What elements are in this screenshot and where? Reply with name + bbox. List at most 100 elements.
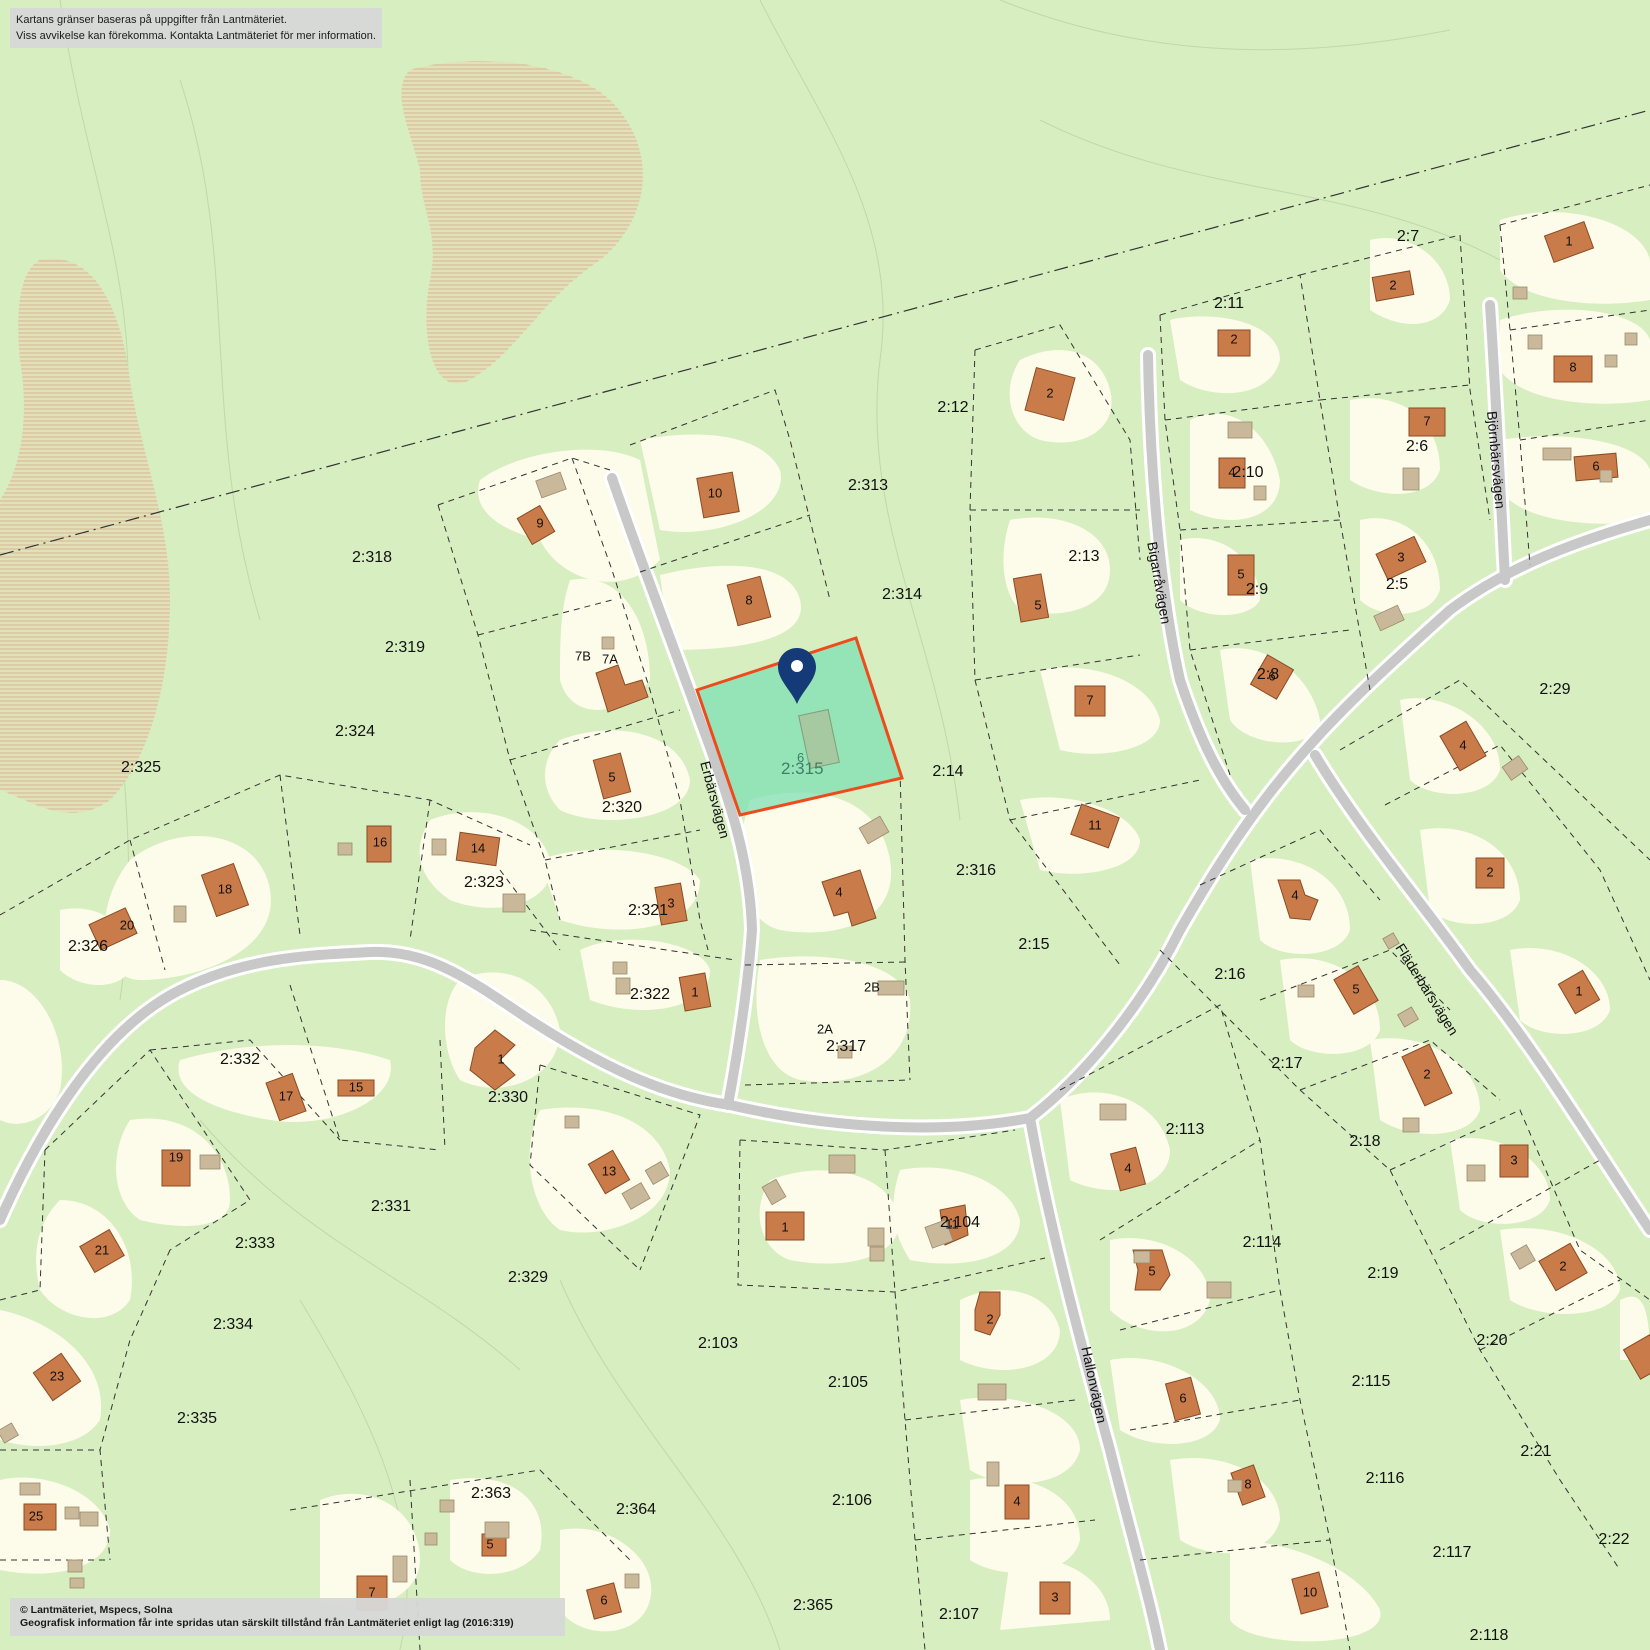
parcel-label: 2:326 [68, 938, 108, 955]
parcel-label: 2:104 [940, 1214, 980, 1231]
parcel-label: 2:115 [1352, 1373, 1391, 1390]
parcel-label: 2:330 [488, 1089, 528, 1106]
parcel-label: 2:21 [1520, 1443, 1551, 1460]
house-number-label: 16 [373, 834, 387, 849]
house-number-label: 3 [1397, 549, 1404, 564]
parcel-label: 2:117 [1433, 1544, 1472, 1561]
disclaimer-line-1: Kartans gränser baseras på uppgifter frå… [16, 14, 287, 26]
house-number-label: 7 [1086, 692, 1093, 707]
attribution-line-1: © Lantmäteriet, Mspecs, Solna [20, 1604, 173, 1616]
house-number-label: 2 [986, 1311, 993, 1326]
parcel-label: 2:6 [1406, 438, 1428, 455]
map-attribution: © Lantmäteriet, Mspecs, Solna Geografisk… [10, 1598, 565, 1636]
parcel-label: 2:364 [616, 1501, 656, 1518]
house-number-label: 6 [1592, 458, 1599, 473]
parcel-label: 2:103 [698, 1335, 738, 1352]
house-number-label: 3 [667, 895, 674, 910]
parcel-label: 2:320 [602, 799, 642, 816]
house-number-label: 1 [781, 1219, 788, 1234]
parcel-label: 2:322 [630, 986, 670, 1003]
parcel-label: 2:107 [939, 1606, 979, 1623]
parcel-label: 2:20 [1476, 1332, 1507, 1349]
house-number-label: 7 [1423, 413, 1430, 428]
parcel-label: 2:319 [385, 639, 425, 656]
house-number-label: 4 [835, 884, 842, 899]
parcel-label: 2:321 [628, 902, 668, 919]
parcel-label: 2:329 [508, 1269, 548, 1286]
parcel-label: 2:114 [1243, 1234, 1282, 1251]
house-number-label: 2A [817, 1021, 833, 1036]
boundary-disclaimer: Kartans gränser baseras på uppgifter frå… [10, 8, 382, 48]
house-number-label: 15 [349, 1079, 363, 1094]
parcel-label: 2:9 [1246, 581, 1268, 598]
house-number-label: 2B [864, 979, 880, 994]
house-number-label: 2 [1559, 1258, 1566, 1273]
house-number-label: 1 [1575, 983, 1582, 998]
house-number-label: 6 [600, 1592, 607, 1607]
parcel-label: 2:18 [1349, 1133, 1380, 1150]
parcel-label: 2:325 [121, 759, 161, 776]
house-number-label: 8 [1244, 1476, 1251, 1491]
house-number-label: 5 [1237, 566, 1244, 581]
house-number-label: 3 [1510, 1152, 1517, 1167]
parcel-label: 2:7 [1397, 228, 1419, 245]
parcel-label: 2:29 [1539, 681, 1570, 698]
parcel-label: 2:22 [1598, 1531, 1629, 1548]
house-number-label: 4 [1291, 887, 1298, 902]
parcel-label: 2:335 [177, 1410, 217, 1427]
parcel-label: 2:11 [1214, 295, 1244, 312]
house-number-label: 8 [745, 592, 752, 607]
parcel-label: 2:334 [213, 1316, 253, 1333]
house-number-label: 13 [602, 1163, 616, 1178]
house-number-label: 6 [1179, 1390, 1186, 1405]
parcel-label: 2:323 [464, 874, 504, 891]
parcel-label: 2:13 [1068, 548, 1099, 565]
house-number-label: 23 [50, 1368, 64, 1383]
parcel-label: 2:333 [235, 1235, 275, 1252]
parcel-label: 2:316 [956, 862, 996, 879]
house-number-label: 5 [1148, 1263, 1155, 1278]
parcel-label: 2:12 [937, 399, 968, 416]
house-number-label: 5 [486, 1536, 493, 1551]
house-number-label: 25 [29, 1508, 43, 1523]
house-number-label: 10 [1303, 1584, 1317, 1599]
parcel-label: 2:5 [1386, 576, 1408, 593]
parcel-label: 2:118 [1470, 1627, 1509, 1644]
parcel-label: 2:17 [1271, 1055, 1302, 1072]
disclaimer-line-2: Viss avvikelse kan förekomma. Kontakta L… [16, 30, 376, 42]
parcel-label: 2:8 [1257, 666, 1279, 683]
house-number-label: 2 [1046, 385, 1053, 400]
house-number-label: 7B [575, 648, 591, 663]
house-number-label: 5 [1352, 981, 1359, 996]
parcel-label: 2:10 [1232, 464, 1263, 481]
house-number-label: 19 [169, 1149, 183, 1164]
parcel-label: 2:14 [932, 763, 963, 780]
parcel-label: 2:365 [793, 1597, 833, 1614]
house-number-label: 20 [120, 917, 134, 932]
parcel-label: 2:313 [848, 477, 888, 494]
property-map[interactable]: 6 2:315 10987B 7A542B2A3116 14182013115171… [0, 0, 1650, 1650]
house-number-label: 4 [1013, 1493, 1020, 1508]
house-number-label: 7A [602, 651, 618, 666]
parcel-label: 2:363 [471, 1485, 511, 1502]
parcel-label: 2:318 [352, 549, 392, 566]
house-number-label: 10 [708, 485, 722, 500]
parcel-label: 2:331 [371, 1198, 411, 1215]
house-number-label: 3 [1051, 1589, 1058, 1604]
house-number-label: 5 [608, 769, 615, 784]
house-number-label: 4 [1124, 1160, 1131, 1175]
house-number-label: 5 [1034, 597, 1041, 612]
house-number-label: 2 [1389, 277, 1396, 292]
house-number-label: 2 [1423, 1066, 1430, 1081]
house-number-label: 14 [471, 840, 485, 855]
parcel-label: 2:324 [335, 723, 375, 740]
house-number-label: 9 [536, 515, 543, 530]
house-number-label: 11 [1088, 817, 1102, 832]
house-number-label: 1 [497, 1051, 504, 1066]
attribution-line-2: Geografisk information får inte spridas … [20, 1617, 514, 1629]
house-number-label: 4 [1459, 737, 1466, 752]
parcel-label: 2:105 [828, 1374, 868, 1391]
house-number-label: 21 [95, 1242, 109, 1257]
selected-parcel-label: 2:315 [781, 759, 824, 778]
parcel-label: 2:15 [1018, 936, 1049, 953]
